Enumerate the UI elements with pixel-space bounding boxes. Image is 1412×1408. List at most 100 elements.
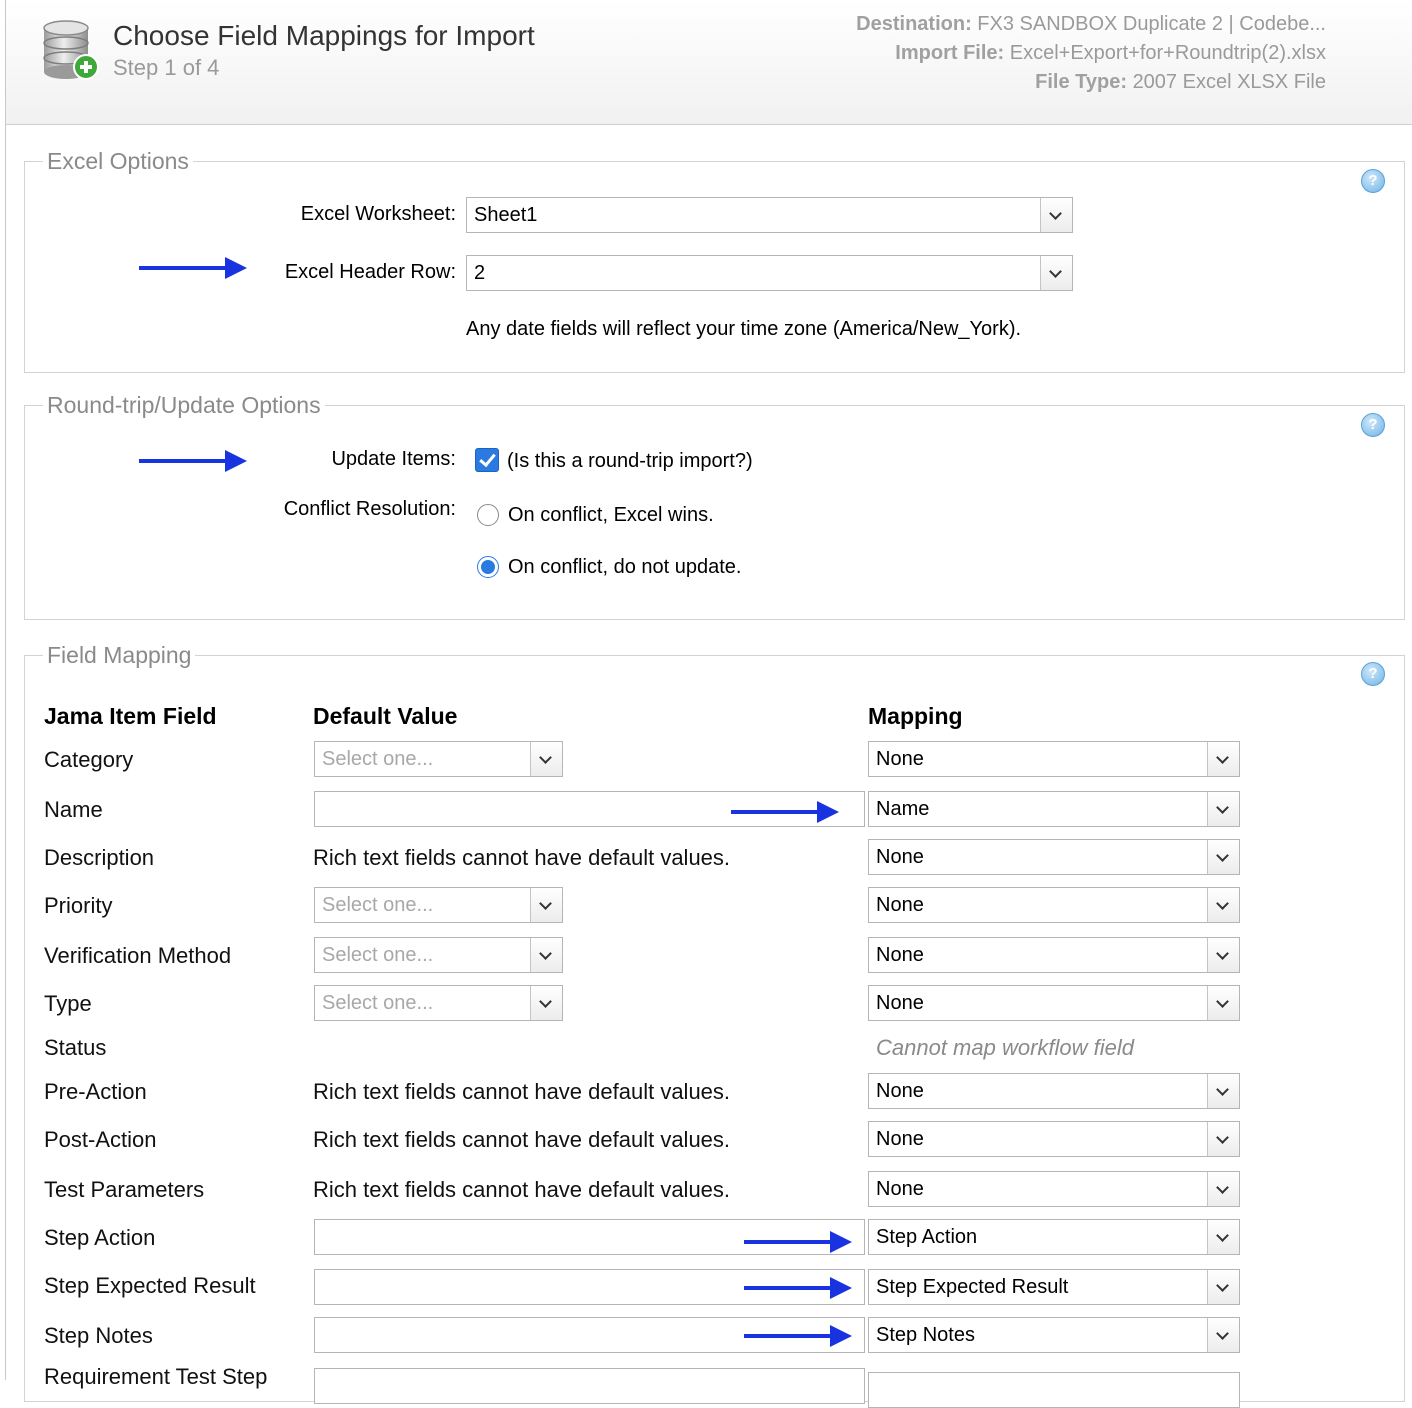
description-mapping-select[interactable]: None: [868, 839, 1240, 875]
chevron-down-icon[interactable]: [1207, 888, 1239, 922]
database-add-icon: [43, 20, 99, 80]
chevron-down-icon[interactable]: [1207, 1318, 1239, 1352]
annotation-arrow-icon: [744, 1277, 852, 1299]
annotation-arrow-icon: [744, 1231, 852, 1253]
chevron-down-icon[interactable]: [530, 888, 562, 922]
name-default-input[interactable]: [314, 791, 865, 827]
field-mapping-help-icon[interactable]: ?: [1361, 662, 1385, 686]
wizard-header: Choose Field Mappings for Import Step 1 …: [6, 0, 1412, 125]
update-items-checkbox[interactable]: [475, 448, 499, 472]
step-notes-mapping-select[interactable]: Step Notes: [868, 1317, 1240, 1353]
file-type-line: File Type: 2007 Excel XLSX File: [856, 68, 1326, 97]
step-expected-result-mapping-select[interactable]: Step Expected Result: [868, 1269, 1240, 1305]
field-description: Description: [44, 845, 155, 870]
field-post-action: Post-Action: [44, 1127, 157, 1152]
field-step-expected-result: Step Expected Result: [44, 1273, 256, 1298]
priority-mapping-value: None: [876, 894, 924, 916]
priority-default-select[interactable]: Select one...: [314, 887, 563, 923]
worksheet-value: Sheet1: [474, 204, 538, 226]
destination-label: Destination:: [856, 13, 972, 35]
type-default-select[interactable]: Select one...: [314, 985, 563, 1021]
step-action-mapping-select[interactable]: Step Action: [868, 1219, 1240, 1255]
chevron-down-icon[interactable]: [1040, 256, 1072, 290]
chevron-down-icon[interactable]: [1207, 1220, 1239, 1254]
name-mapping-select[interactable]: Name: [868, 791, 1240, 827]
conflict-do-not-update-label[interactable]: On conflict, do not update.: [508, 556, 742, 579]
header-row-select[interactable]: 2: [466, 255, 1073, 291]
col-jama-item-field: Jama Item Field: [44, 703, 217, 729]
import-file-label: Import File:: [895, 42, 1005, 64]
description-rich-text-note: Rich text fields cannot have default val…: [313, 845, 731, 870]
chevron-down-icon[interactable]: [1207, 1074, 1239, 1108]
header-row-value: 2: [474, 262, 486, 284]
step-action-default-input[interactable]: [314, 1219, 865, 1255]
step-expected-result-mapping-value: Step Expected Result: [876, 1276, 1069, 1298]
chevron-down-icon[interactable]: [1207, 792, 1239, 826]
category-mapping-value: None: [876, 748, 924, 770]
worksheet-select[interactable]: Sheet1: [466, 197, 1073, 233]
timezone-note: Any date fields will reflect your time z…: [466, 318, 1022, 340]
field-pre-action: Pre-Action: [44, 1079, 147, 1104]
description-mapping-value: None: [876, 846, 924, 868]
name-mapping-value: Name: [876, 798, 930, 820]
col-mapping: Mapping: [868, 703, 963, 729]
conflict-do-not-update-radio[interactable]: [477, 556, 499, 578]
field-type: Type: [44, 991, 92, 1016]
verification-method-mapping-select[interactable]: None: [868, 937, 1240, 973]
pre-action-mapping-value: None: [876, 1080, 924, 1102]
category-mapping-select[interactable]: None: [868, 741, 1240, 777]
verification-method-default-placeholder: Select one...: [322, 944, 434, 966]
chevron-down-icon[interactable]: [1207, 1270, 1239, 1304]
step-indicator: Step 1 of 4: [113, 55, 220, 80]
field-requirement-test-step: Requirement Test Step: [44, 1364, 268, 1389]
pre-action-mapping-select[interactable]: None: [868, 1073, 1240, 1109]
test-parameters-mapping-value: None: [876, 1178, 924, 1200]
file-type-value: 2007 Excel XLSX File: [1132, 71, 1326, 93]
requirement-test-step-mapping-select[interactable]: [868, 1372, 1240, 1408]
chevron-down-icon[interactable]: [1207, 986, 1239, 1020]
verification-method-default-select[interactable]: Select one...: [314, 937, 563, 973]
chevron-down-icon[interactable]: [1040, 198, 1072, 232]
chevron-down-icon[interactable]: [1207, 1172, 1239, 1206]
field-mapping-legend: Field Mapping: [47, 642, 192, 668]
chevron-down-icon[interactable]: [530, 742, 562, 776]
requirement-test-step-default-input[interactable]: [314, 1368, 865, 1404]
import-file-line: Import File: Excel+Export+for+Roundtrip(…: [856, 39, 1326, 68]
field-status: Status: [44, 1035, 107, 1060]
update-items-label: Update Items:: [331, 448, 456, 470]
field-step-action: Step Action: [44, 1225, 156, 1250]
verification-method-mapping-value: None: [876, 944, 924, 966]
roundtrip-options-legend: Round-trip/Update Options: [47, 392, 321, 418]
header-row-label: Excel Header Row:: [284, 261, 456, 283]
chevron-down-icon[interactable]: [1207, 840, 1239, 874]
category-default-select[interactable]: Select one...: [314, 741, 563, 777]
update-items-note: (Is this a round-trip import?): [507, 450, 753, 472]
chevron-down-icon[interactable]: [1207, 1122, 1239, 1156]
chevron-down-icon[interactable]: [530, 986, 562, 1020]
field-test-parameters: Test Parameters: [44, 1177, 205, 1202]
type-default-placeholder: Select one...: [322, 992, 434, 1014]
priority-mapping-select[interactable]: None: [868, 887, 1240, 923]
pre-action-rich-text-note: Rich text fields cannot have default val…: [313, 1079, 731, 1104]
test-parameters-mapping-select[interactable]: None: [868, 1171, 1240, 1207]
field-step-notes: Step Notes: [44, 1323, 153, 1348]
type-mapping-select[interactable]: None: [868, 985, 1240, 1021]
step-notes-mapping-value: Step Notes: [876, 1324, 975, 1346]
excel-options-help-icon[interactable]: ?: [1361, 169, 1385, 193]
post-action-mapping-select[interactable]: None: [868, 1121, 1240, 1157]
destination-value: FX3 SANDBOX Duplicate 2 | Codebe...: [977, 13, 1326, 35]
annotation-arrow-icon: [731, 801, 839, 823]
post-action-rich-text-note: Rich text fields cannot have default val…: [313, 1127, 731, 1152]
chevron-down-icon[interactable]: [530, 938, 562, 972]
page-title: Choose Field Mappings for Import: [113, 20, 535, 51]
conflict-resolution-label: Conflict Resolution:: [283, 498, 456, 520]
import-info: Destination: FX3 SANDBOX Duplicate 2 | C…: [856, 10, 1326, 97]
worksheet-label: Excel Worksheet:: [300, 203, 456, 225]
test-parameters-rich-text-note: Rich text fields cannot have default val…: [313, 1177, 731, 1202]
roundtrip-help-icon[interactable]: ?: [1361, 413, 1385, 437]
chevron-down-icon[interactable]: [1207, 742, 1239, 776]
field-category: Category: [44, 747, 134, 772]
conflict-excel-wins-radio[interactable]: [477, 504, 499, 526]
conflict-excel-wins-label[interactable]: On conflict, Excel wins.: [508, 504, 714, 527]
chevron-down-icon[interactable]: [1207, 938, 1239, 972]
